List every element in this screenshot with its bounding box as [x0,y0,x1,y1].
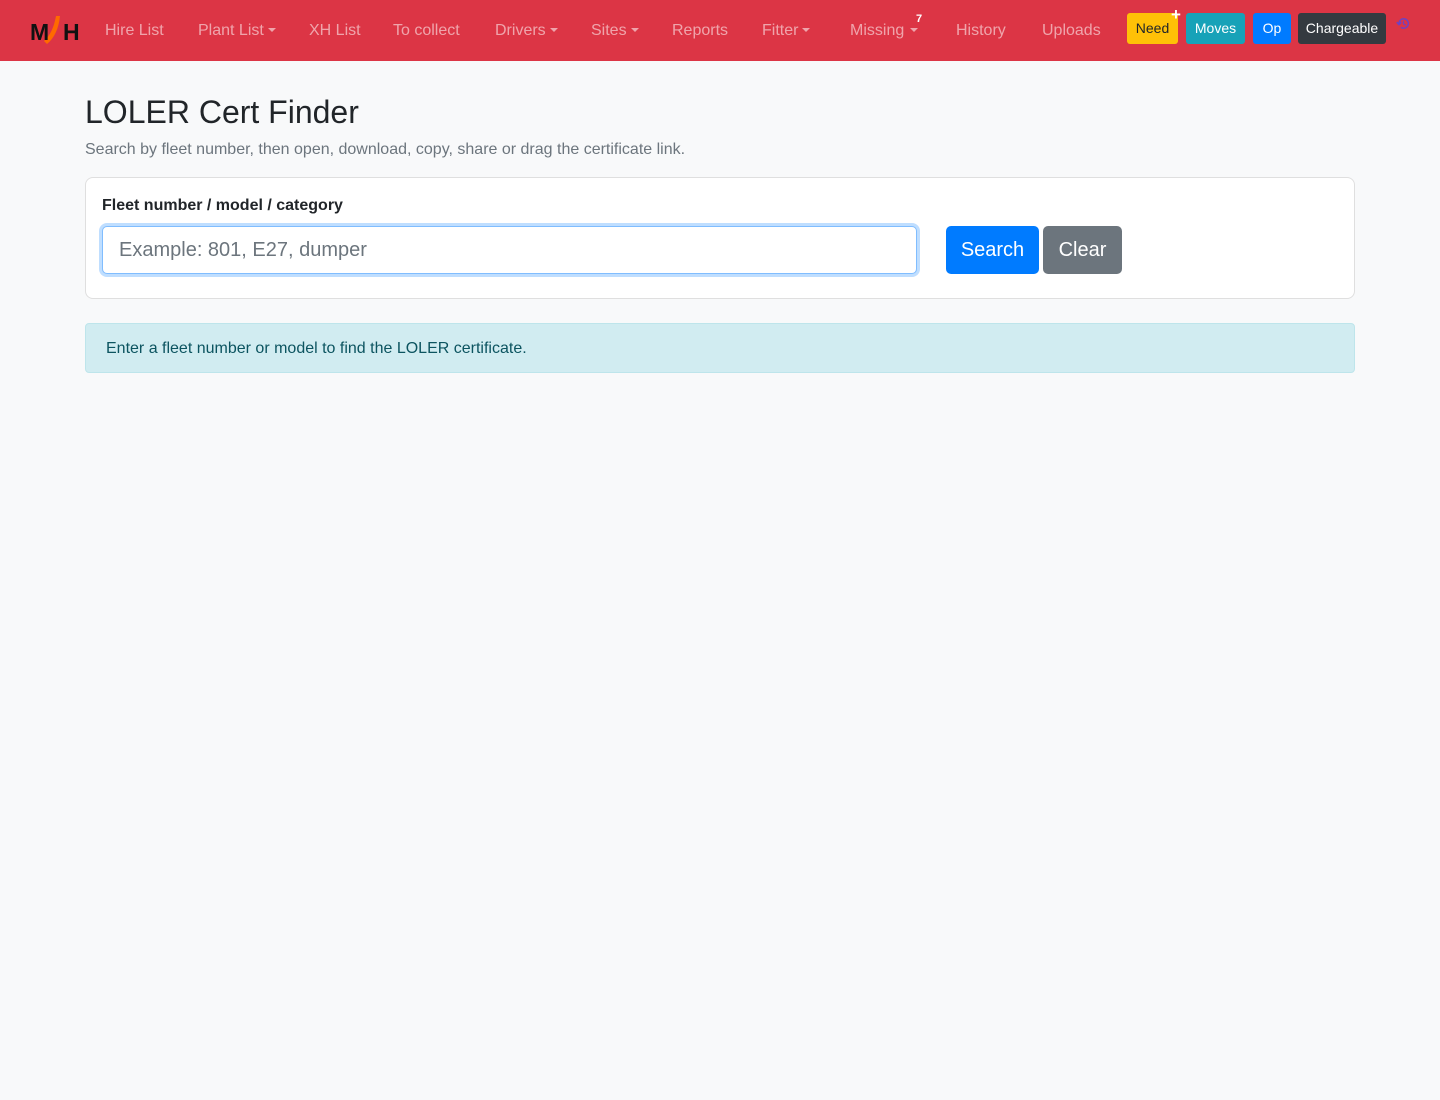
svg-text:H: H [63,19,80,45]
chevron-down-icon [802,28,811,32]
nav-drivers-label: Drivers [495,22,546,39]
chevron-down-icon [630,28,639,32]
nav-reports[interactable]: Reports [672,0,728,61]
chevron-down-icon [910,28,919,32]
search-field-label: Fleet number / model / category [102,197,343,214]
nav-plant-list-label: Plant List [198,22,264,39]
chevron-down-icon [549,28,558,32]
nav-fitter[interactable]: Fitter [762,0,811,61]
page-subtitle: Search by fleet number, then open, downl… [85,141,686,158]
search-button[interactable]: Search [946,226,1039,274]
svg-text:M: M [30,19,49,45]
nav-missing-label: Missing [850,22,905,39]
plus-icon[interactable]: + [1171,6,1181,23]
nav-to-collect-label: To collect [393,22,460,39]
search-card: Fleet number / model / category Search C… [85,177,1355,299]
brand-logo[interactable]: M H [30,13,84,47]
nav-missing[interactable]: Missing 7 [850,0,922,61]
nav-hire-list[interactable]: Hire List [105,0,164,61]
nav-reports-label: Reports [672,22,729,39]
nav-history-label: History [956,22,1006,39]
clear-button[interactable]: Clear [1043,226,1122,274]
nav-plant-list[interactable]: Plant List [198,0,276,61]
nav-uploads-label: Uploads [1042,22,1101,39]
nav-sites-label: Sites [591,22,627,39]
history-icon[interactable] [1396,16,1411,31]
nav-sites[interactable]: Sites [591,0,639,61]
missing-count-badge: 7 [916,13,923,25]
chargeable-button[interactable]: Chargeable [1298,13,1386,44]
chevron-down-icon [267,28,276,32]
nav-xh-list-label: XH List [309,22,361,39]
op-button[interactable]: Op [1253,13,1291,44]
moves-button[interactable]: Moves [1186,13,1245,44]
nav-uploads[interactable]: Uploads [1042,0,1101,61]
nav-history[interactable]: History [956,0,1006,61]
nav-hire-list-label: Hire List [105,22,164,39]
nav-drivers[interactable]: Drivers [495,0,558,61]
page-title: LOLER Cert Finder [85,94,359,130]
nav-to-collect[interactable]: To collect [393,0,460,61]
top-navbar: M H Hire List Plant List XH List To coll… [0,0,1440,61]
nav-xh-list[interactable]: XH List [309,0,361,61]
info-alert: Enter a fleet number or model to find th… [85,323,1355,373]
nav-fitter-label: Fitter [762,22,799,39]
search-input[interactable] [102,226,917,274]
